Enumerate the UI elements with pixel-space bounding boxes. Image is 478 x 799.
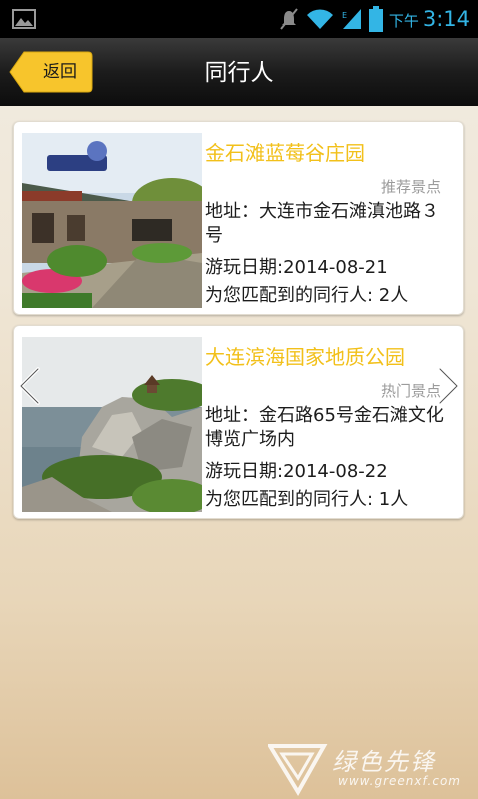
back-button-label: 返回 [43, 62, 77, 82]
attraction-tag: 热门景点 [380, 382, 441, 400]
chevron-right-icon[interactable] [436, 366, 462, 406]
status-bar: E 下午 3:14 [0, 0, 478, 38]
battery-icon [368, 6, 383, 32]
attraction-address: 地址：大连市金石滩滇池路３号 [205, 201, 439, 246]
attraction-photo-blueberry-farm [22, 133, 202, 308]
companion-match-count: 为您匹配到的同行人: 2人 [205, 285, 409, 306]
attraction-card[interactable]: 大连滨海国家地质公园 热门景点 地址：金石路65号金石滩文化博览广场内 游玩日期… [13, 325, 464, 519]
nav-bar: 同行人 返回 [0, 38, 478, 106]
svg-text:E: E [342, 11, 347, 20]
status-icons: E 下午 3:14 [279, 0, 470, 38]
watermark-brand: 绿色先锋 [332, 748, 436, 776]
back-button[interactable]: 返回 [8, 50, 94, 94]
mute-icon [280, 8, 298, 30]
attraction-tag: 推荐景点 [380, 178, 441, 196]
visit-date: 游玩日期:2014-08-21 [205, 257, 388, 278]
watermark-logo [268, 744, 328, 796]
wifi-icon [306, 9, 333, 29]
visit-date: 游玩日期:2014-08-22 [205, 461, 388, 482]
attraction-card[interactable]: 金石滩蓝莓谷庄园 推荐景点 地址：大连市金石滩滇池路３号 游玩日期:2014-0… [13, 121, 464, 315]
attraction-photo-geopark [22, 337, 202, 512]
image-icon [12, 9, 36, 29]
chevron-left-icon[interactable] [16, 366, 42, 406]
watermark: 绿色先锋 www.greenxf.com [268, 740, 478, 796]
attraction-name: 大连滨海国家地质公园 [205, 345, 405, 369]
companion-match-count: 为您匹配到的同行人: 1人 [205, 489, 409, 510]
watermark-url: www.greenxf.com [338, 774, 461, 788]
clock-ampm: 下午 [388, 12, 419, 30]
attraction-name: 金石滩蓝莓谷庄园 [205, 141, 365, 165]
clock: 下午 3:14 [389, 7, 470, 31]
clock-time: 3:14 [422, 7, 470, 31]
signal-icon: E [342, 9, 361, 29]
attraction-address: 地址：金石路65号金石滩文化博览广场内 [205, 405, 444, 450]
